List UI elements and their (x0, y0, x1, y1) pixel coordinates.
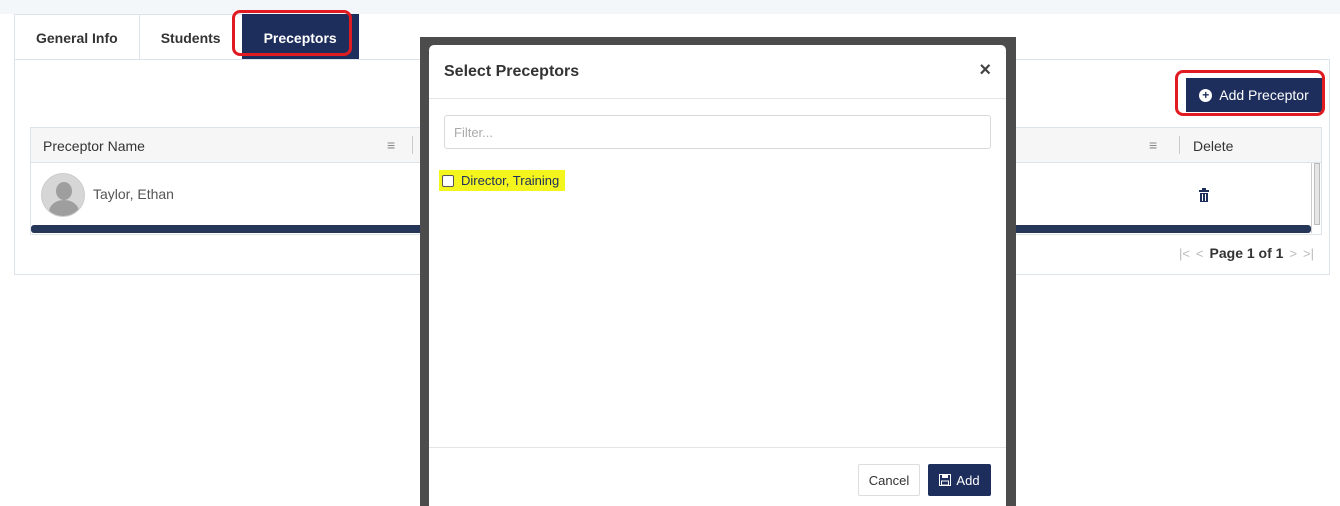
tab-preceptors[interactable]: Preceptors (241, 14, 359, 60)
cancel-button[interactable]: Cancel (858, 464, 920, 496)
column-header-delete: Delete (1193, 138, 1234, 154)
select-preceptors-modal: Select Preceptors × Director, Training C… (429, 45, 1006, 506)
last-page-icon[interactable]: >| (1303, 246, 1314, 261)
preceptor-name: Taylor, Ethan (93, 186, 174, 202)
pager: |< < Page 1 of 1 > >| (1179, 245, 1314, 261)
tab-general-info[interactable]: General Info (14, 14, 140, 60)
column-menu-icon[interactable]: ≡ (1149, 137, 1157, 153)
page-indicator: Page 1 of 1 (1209, 245, 1284, 261)
checkbox[interactable] (442, 174, 454, 187)
add-preceptor-label: Add Preceptor (1219, 87, 1309, 103)
modal-title: Select Preceptors (444, 63, 580, 80)
modal-header: Select Preceptors × (429, 45, 1006, 99)
modal-footer: Cancel Add (429, 447, 1006, 506)
column-header-preceptor-name[interactable]: Preceptor Name (43, 138, 145, 154)
plus-circle-icon: + (1199, 88, 1213, 102)
save-icon (939, 474, 952, 486)
option-label: Director, Training (461, 173, 560, 188)
prev-page-icon[interactable]: < (1196, 246, 1204, 261)
column-separator (1179, 136, 1180, 154)
column-separator (412, 136, 413, 154)
top-strip (0, 0, 1340, 14)
avatar-placeholder-icon (41, 173, 85, 217)
first-page-icon[interactable]: |< (1179, 246, 1190, 261)
tab-bar: General Info Students Preceptors (14, 14, 359, 60)
tab-students[interactable]: Students (138, 14, 243, 60)
trash-icon[interactable] (1198, 188, 1210, 205)
column-menu-icon[interactable]: ≡ (387, 137, 395, 153)
add-button-label: Add (956, 472, 980, 488)
filter-input[interactable] (444, 115, 991, 149)
next-page-icon[interactable]: > (1289, 246, 1297, 261)
add-preceptor-button[interactable]: + Add Preceptor (1186, 78, 1322, 112)
close-icon[interactable]: × (979, 59, 991, 82)
vertical-scrollbar[interactable] (1311, 163, 1321, 233)
list-item[interactable]: Director, Training (439, 170, 566, 191)
add-button[interactable]: Add (928, 464, 991, 496)
